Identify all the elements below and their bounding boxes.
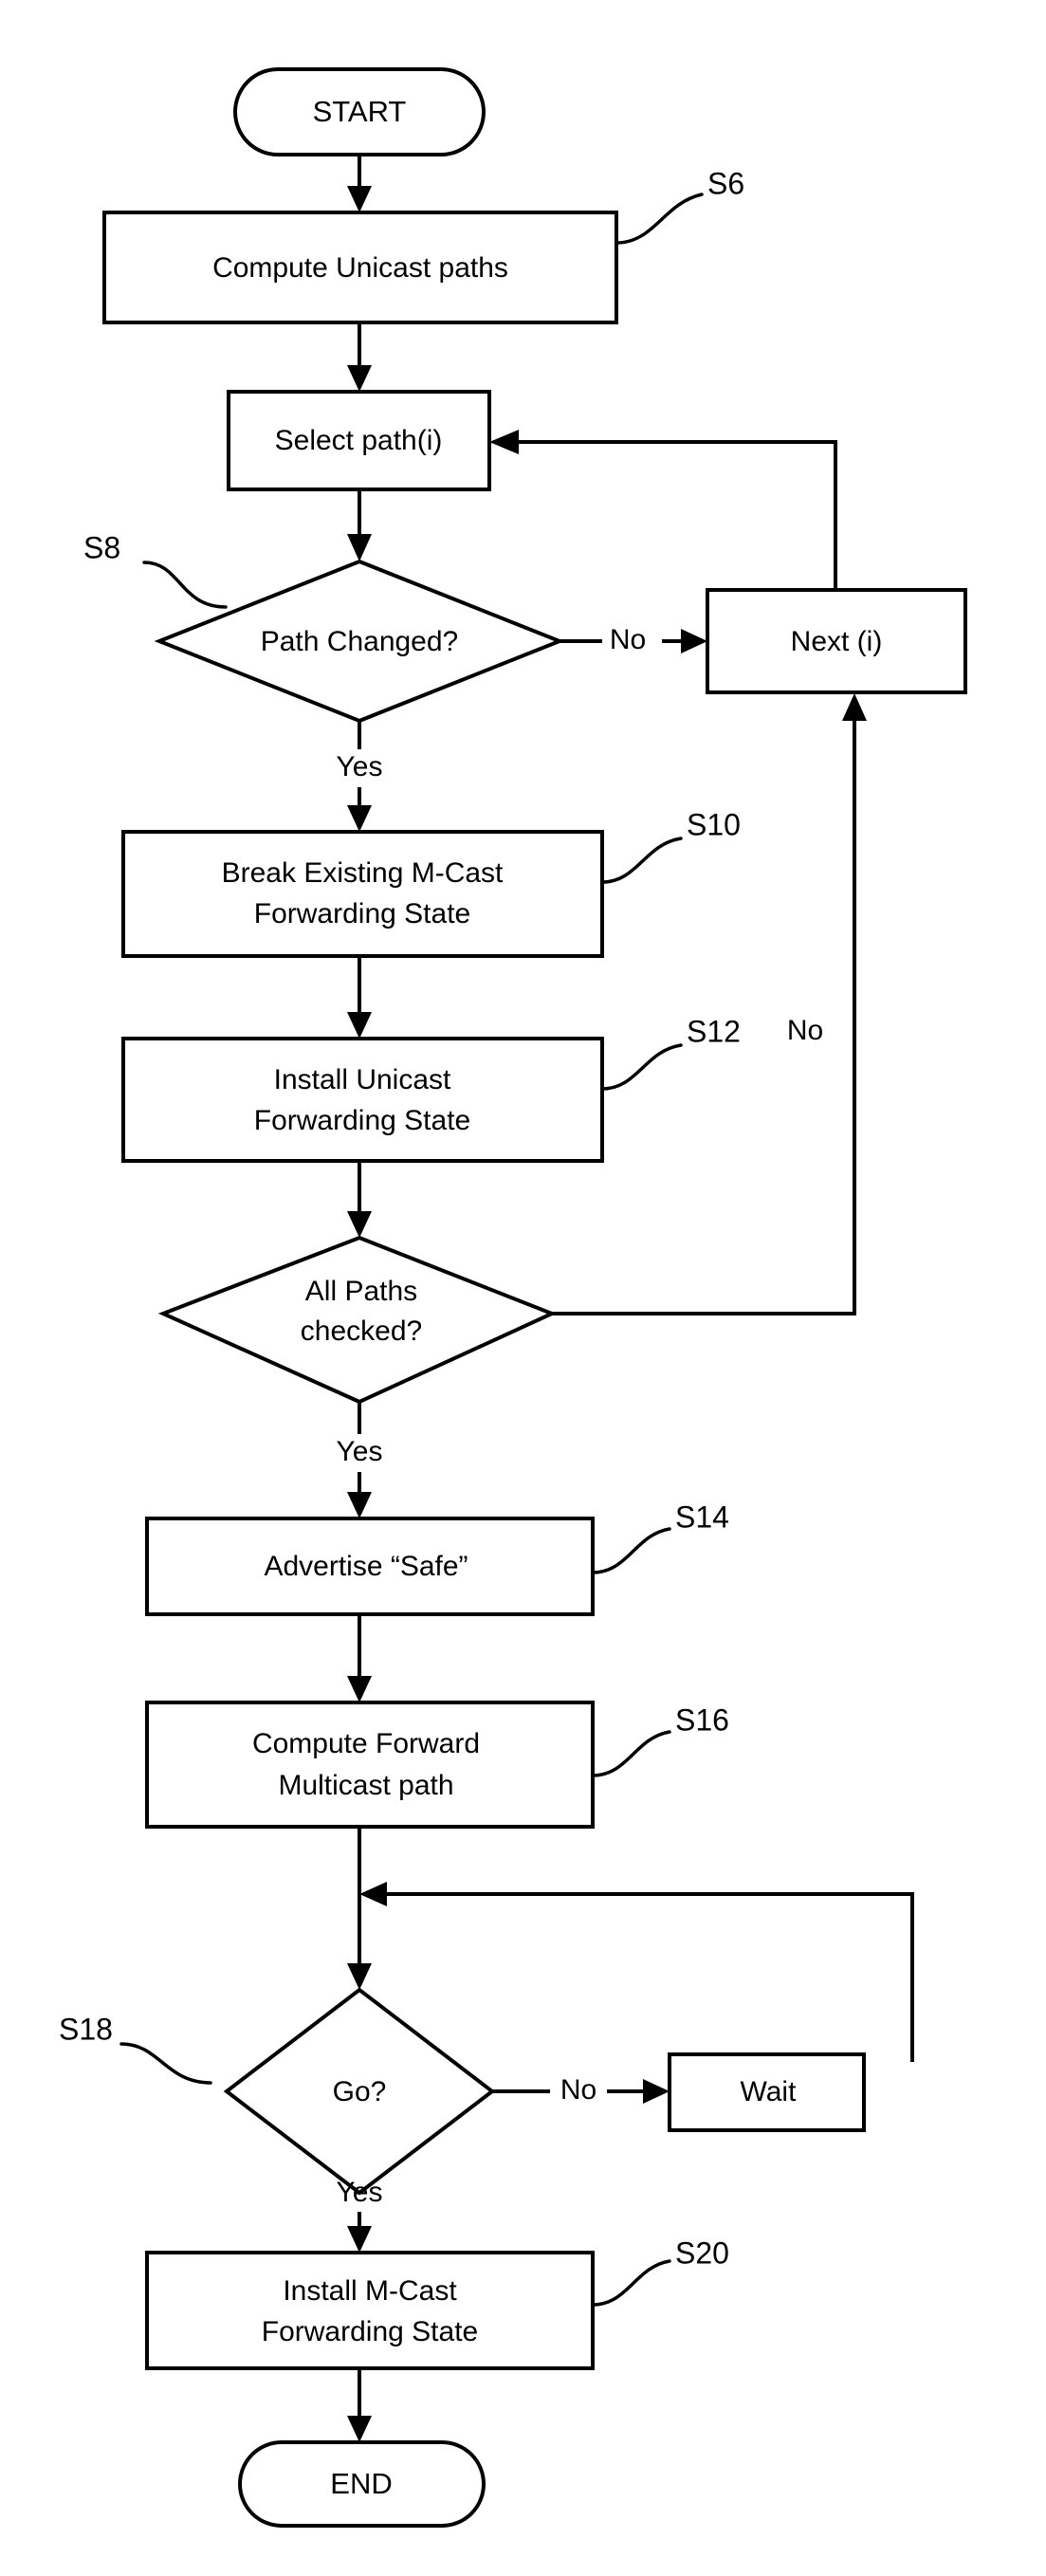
edge-label-yes-s18: Yes	[337, 2177, 383, 2208]
node-wait-label: Wait	[741, 2076, 798, 2107]
node-path-changed-label: Path Changed?	[261, 626, 459, 657]
edge-s6-to-select	[347, 322, 372, 392]
edge-label-no-allpaths: No	[787, 1015, 823, 1046]
leader-s16	[591, 1730, 671, 1777]
leader-s6	[615, 193, 704, 245]
node-all-paths-checked-line1: All Paths	[305, 1276, 417, 1307]
node-wait[interactable]: Wait	[668, 2052, 866, 2132]
leader-s10	[600, 837, 683, 884]
edge-s12-to-allpaths	[347, 1161, 372, 1238]
step-label-s6: S6	[707, 166, 744, 200]
node-advertise-safe[interactable]: Advertise “Safe”	[145, 1517, 595, 1616]
node-break-mcast-state-line2: Forwarding State	[254, 898, 470, 929]
leader-s8	[142, 561, 228, 609]
step-leader-layer	[119, 193, 704, 2307]
node-next-i-label: Next (i)	[791, 626, 883, 657]
step-label-s20: S20	[675, 2236, 729, 2270]
node-start[interactable]: START	[233, 67, 486, 156]
node-break-mcast-state-line1: Break Existing M-Cast	[222, 857, 504, 889]
node-install-unicast-state-line1: Install Unicast	[274, 1064, 451, 1095]
node-compute-forward-multicast[interactable]: Compute Forward Multicast path	[145, 1701, 595, 1829]
node-start-label: START	[313, 95, 407, 128]
node-select-path-label: Select path(i)	[275, 425, 443, 456]
node-compute-forward-multicast-line2: Multicast path	[278, 1770, 453, 1801]
edge-label-no-s18: No	[560, 2074, 596, 2106]
step-label-s10: S10	[687, 807, 741, 841]
step-label-s8: S8	[83, 530, 120, 564]
leader-s14	[591, 1527, 671, 1574]
leader-s18	[119, 2042, 212, 2085]
edge-s10-to-s12	[347, 956, 372, 1039]
edge-label-yes-allpaths: Yes	[337, 1436, 383, 1467]
flowchart-svg: START Compute Unicast paths S6 Select pa…	[59, 67, 967, 2528]
step-label-s12: S12	[687, 1014, 741, 1048]
node-end[interactable]: END	[238, 2440, 486, 2528]
node-advertise-safe-label: Advertise “Safe”	[264, 1551, 468, 1582]
node-install-unicast-state[interactable]: Install Unicast Forwarding State	[121, 1037, 604, 1163]
node-break-mcast-state[interactable]: Break Existing M-Cast Forwarding State	[121, 830, 604, 958]
node-compute-forward-multicast-line1: Compute Forward	[252, 1728, 480, 1759]
node-all-paths-checked-decision[interactable]: All Paths checked?	[157, 1235, 558, 1405]
node-go-label: Go?	[333, 2076, 387, 2107]
edge-next-to-select	[489, 430, 837, 590]
node-next-i[interactable]: Next (i)	[706, 588, 967, 694]
leader-s12	[600, 1043, 683, 1091]
edge-s16-to-s18	[347, 1827, 372, 1990]
step-label-s18: S18	[59, 2012, 113, 2046]
node-install-unicast-state-line2: Forwarding State	[254, 1105, 470, 1136]
node-install-mcast-state[interactable]: Install M-Cast Forwarding State	[145, 2251, 595, 2370]
node-install-mcast-state-line1: Install M-Cast	[283, 2275, 457, 2307]
step-label-s16: S16	[675, 1702, 729, 1737]
node-compute-unicast-paths-label: Compute Unicast paths	[212, 252, 508, 284]
node-install-mcast-state-line2: Forwarding State	[262, 2316, 478, 2347]
step-label-s14: S14	[675, 1500, 729, 1534]
edge-label-no-s8: No	[610, 624, 646, 655]
node-compute-unicast-paths[interactable]: Compute Unicast paths	[102, 211, 618, 324]
node-select-path[interactable]: Select path(i)	[227, 390, 491, 491]
edge-select-to-s8	[347, 489, 372, 561]
node-path-changed-decision[interactable]: Path Changed?	[154, 559, 565, 724]
flowchart-canvas: START Compute Unicast paths S6 Select pa…	[0, 0, 1046, 2576]
leader-s20	[591, 2259, 671, 2307]
edge-s14-to-s16	[347, 1614, 372, 1702]
node-end-label: END	[330, 2467, 392, 2500]
edge-allpaths-to-next-no	[552, 693, 867, 1316]
edge-start-to-s6	[347, 155, 372, 212]
edge-s20-to-end	[347, 2368, 372, 2442]
node-go-decision[interactable]: Go?	[223, 1987, 496, 2196]
edge-wait-to-s18	[359, 1882, 914, 2062]
node-all-paths-checked-line2: checked?	[301, 1316, 422, 1347]
edge-label-yes-s8: Yes	[337, 751, 383, 782]
